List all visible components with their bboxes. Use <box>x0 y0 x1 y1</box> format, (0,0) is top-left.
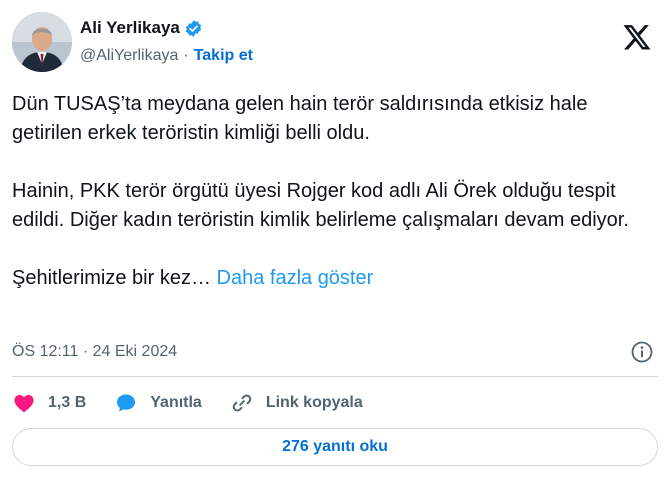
reply-button[interactable]: Yanıtla <box>114 391 202 415</box>
show-more-link[interactable]: Daha fazla göster <box>217 267 374 289</box>
action-bar: 1,3 B Yanıtla Link kopyala <box>12 388 391 418</box>
timestamp-text[interactable]: ÖS 12:11 · 24 Eki 2024 <box>12 343 177 361</box>
separator-dot: · <box>183 47 189 64</box>
reply-label: Yanıtla <box>150 394 202 411</box>
author-display-name[interactable]: Ali Yerlikaya <box>80 18 180 38</box>
tweet-paragraph-1: Dün TUSAŞ’ta meydana gelen hain terör sa… <box>12 93 588 144</box>
author-handle[interactable]: @AliYerlikaya <box>80 47 178 65</box>
tweet-timestamp[interactable]: ÖS 12:11 · 24 Eki 2024 <box>12 340 177 364</box>
tweet-paragraph-3-row: Şehitlerimize bir kez… Daha fazla göster <box>12 264 652 293</box>
author-block: Ali Yerlikaya @AliYerlikaya · Takip et <box>80 16 253 68</box>
copy-link-label: Link kopyala <box>265 394 363 411</box>
tweet-paragraph-3: Şehitlerimize bir kez… <box>12 267 211 289</box>
handle-row: @AliYerlikaya · Takip et <box>80 44 253 68</box>
avatar-portrait-icon <box>12 12 72 72</box>
speech-bubble-icon <box>114 391 138 415</box>
tweet-header: Ali Yerlikaya @AliYerlikaya · Takip et <box>12 12 658 74</box>
divider <box>12 376 658 377</box>
read-replies-button[interactable]: 276 yanıtı oku <box>12 428 658 466</box>
tweet-paragraph-2: Hainin, PKK terör örgütü üyesi Rojger ko… <box>12 180 629 231</box>
x-logo-icon[interactable] <box>622 22 652 52</box>
follow-button[interactable]: Takip et <box>194 47 253 65</box>
read-replies-label: 276 yanıtı oku <box>282 438 388 455</box>
tweet-embed-card: Ali Yerlikaya @AliYerlikaya · Takip et D… <box>0 0 670 484</box>
copy-link-button[interactable]: Link kopyala <box>230 391 363 415</box>
name-row: Ali Yerlikaya <box>80 16 253 40</box>
like-count: 1,3 B <box>48 394 87 411</box>
avatar[interactable] <box>12 12 72 72</box>
like-button[interactable]: 1,3 B <box>12 391 86 415</box>
link-icon <box>230 391 254 415</box>
heart-icon <box>12 391 36 415</box>
verified-badge-icon <box>184 19 203 38</box>
info-icon[interactable] <box>630 340 654 364</box>
tweet-text: Dün TUSAŞ’ta meydana gelen hain terör sa… <box>12 90 652 293</box>
